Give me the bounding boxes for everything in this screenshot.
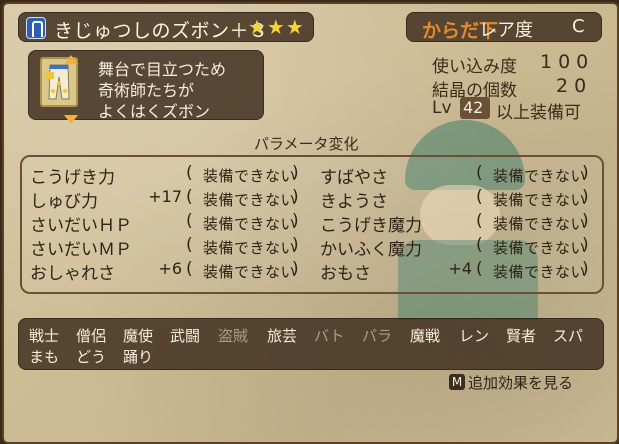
level-label: Lv: [432, 98, 452, 118]
paren-close: ): [582, 235, 589, 255]
paren-close: ): [582, 259, 589, 279]
item-title-bar: きじゅつしのズボン＋３ ★★★: [18, 12, 314, 42]
param-label: こうげき魔力: [320, 216, 422, 236]
param-label: おもさ: [320, 264, 371, 284]
job-12: スパ: [553, 327, 584, 345]
pants-graphic: [48, 64, 70, 100]
paren-close: ): [292, 235, 299, 255]
param-cannot-equip: 装備できない: [203, 263, 297, 281]
job-4: 武闘: [170, 327, 201, 345]
rarity-stars: ★★★: [248, 15, 305, 39]
param-label: さいだいＭＰ: [30, 240, 132, 260]
job-8: パラ: [362, 327, 393, 345]
param-cannot-equip: 装備できない: [493, 167, 587, 185]
paren-open: (: [186, 211, 193, 231]
param-cannot-equip: 装備できない: [493, 215, 587, 233]
paren-open: (: [186, 187, 193, 207]
paren-close: ): [292, 211, 299, 231]
param-cannot-equip: 装備できない: [493, 191, 587, 209]
job-row2-2: どう: [76, 348, 107, 366]
param-label: しゅび力: [30, 192, 98, 212]
pants-item-icon[interactable]: [40, 55, 78, 124]
slot-rarity-bar: からだ下 レア度 C: [406, 12, 602, 42]
param-label: かいふく魔力: [320, 240, 422, 260]
level-value: 42: [463, 98, 484, 117]
rarity-value: C: [572, 16, 585, 37]
parameter-change-title: パラメータ変化: [254, 135, 359, 153]
job-6: 旅芸: [267, 327, 298, 345]
usage-label: 使い込み度: [432, 57, 517, 77]
view-extra-effects-button[interactable]: 追加効果を見る: [468, 372, 573, 393]
param-label: さいだいＨＰ: [30, 216, 132, 236]
param-label: きようさ: [320, 192, 388, 212]
param-label: こうげき力: [30, 168, 115, 188]
job-2: 僧侶: [76, 327, 107, 345]
param-cannot-equip: 装備できない: [203, 167, 297, 185]
level-requirement-text: 以上装備可: [496, 103, 581, 123]
paren-open: (: [186, 235, 193, 255]
job-5: 盗賊: [218, 327, 249, 345]
paren-open: (: [186, 259, 193, 279]
paren-close: ): [582, 211, 589, 231]
job-9: 魔戦: [410, 327, 441, 345]
param-cannot-equip: 装備できない: [493, 263, 587, 281]
param-cannot-equip: 装備できない: [203, 215, 297, 233]
paren-close: ): [582, 163, 589, 183]
param-cannot-equip: 装備できない: [493, 239, 587, 257]
param-label: すばやさ: [320, 168, 388, 188]
paren-close: ): [292, 163, 299, 183]
equippable-jobs-panel: 戦士 僧侶 魔使 武闘 盗賊 旅芸 バト パラ 魔戦 レン 賢者 スパまも どう 踊り: [18, 318, 604, 370]
paren-open: (: [476, 235, 483, 255]
job-row2-3: 踊り: [123, 348, 154, 366]
param-value: +17: [148, 187, 182, 206]
param-cannot-equip: 装備できない: [203, 239, 297, 257]
paren-open: (: [476, 163, 483, 183]
paren-close: ): [582, 187, 589, 207]
job-1: 戦士: [29, 327, 60, 345]
crystal-count-value: 20: [556, 75, 593, 97]
paren-open: (: [186, 163, 193, 183]
paren-open: (: [476, 187, 483, 207]
job-3: 魔使: [123, 327, 154, 345]
paren-open: (: [476, 259, 483, 279]
usage-value: 100: [540, 51, 595, 73]
m-button-icon[interactable]: M: [449, 374, 465, 390]
paren-open: (: [476, 211, 483, 231]
item-description-box: 舞台で目立つため 奇術師たちが よくはくズボン: [28, 50, 264, 124]
item-name: きじゅつしのズボン＋３: [54, 20, 269, 42]
lock-icon: [46, 72, 54, 79]
paren-close: ): [292, 187, 299, 207]
job-7: バト: [314, 327, 345, 345]
param-value: +4: [448, 259, 472, 278]
job-10: レン: [459, 327, 490, 345]
param-value: +6: [158, 259, 182, 278]
paren-close: ): [292, 259, 299, 279]
param-label: おしゃれさ: [30, 264, 115, 284]
description-line-3: よくはくズボン: [98, 102, 211, 121]
job-11: 賢者: [506, 327, 537, 345]
scroll-down-icon[interactable]: [64, 115, 78, 124]
lower-body-slot-icon: [26, 17, 46, 39]
rarity-label: レア度: [479, 20, 533, 41]
job-row2-1: まも: [29, 348, 60, 366]
param-cannot-equip: 装備できない: [203, 191, 297, 209]
